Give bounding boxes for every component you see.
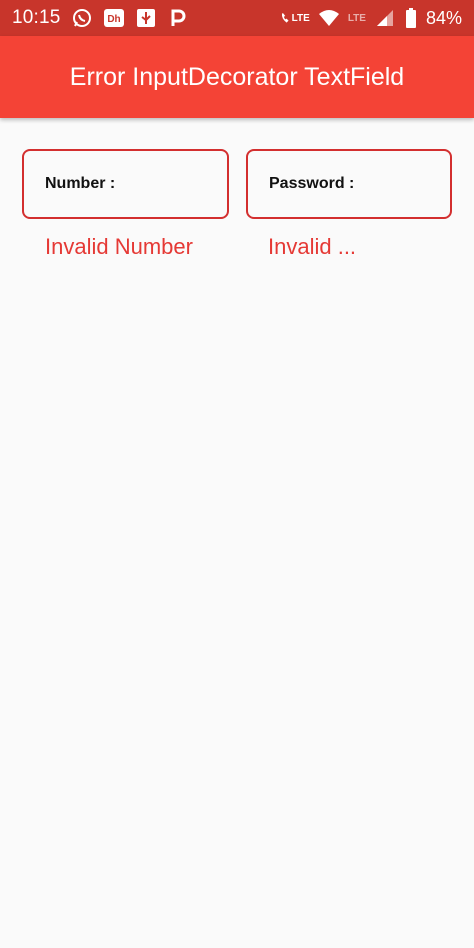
battery-icon [404,7,418,29]
number-field[interactable]: Number : [22,149,229,219]
whatsapp-icon [71,7,93,29]
status-left: 10:15 Dh [12,7,189,29]
battery-percent: 84% [425,7,462,28]
app-bar: Error InputDecorator TextField [0,36,474,118]
password-error-text: Invalid ... [268,234,357,259]
number-input[interactable] [24,151,227,217]
lte-secondary-label: LTE [347,12,366,24]
page-title: Error InputDecorator TextField [69,62,405,91]
signal-icon [374,7,396,29]
p-icon [167,7,189,29]
number-error-text: Invalid Number [45,234,193,259]
wifi-call-icon: LTE [280,7,310,29]
password-field[interactable]: Password : [246,149,452,219]
password-input[interactable] [248,151,450,217]
usb-icon [135,7,157,29]
svg-text:Dh: Dh [107,14,120,25]
app-icon: Dh [103,7,125,29]
wifi-icon [318,7,340,29]
status-time: 10:15 [12,7,61,28]
status-right: LTE LTE 84% [280,7,462,29]
lte-label: LTE [291,12,310,24]
status-bar: 10:15 Dh LTE LTE 84% [0,0,474,36]
